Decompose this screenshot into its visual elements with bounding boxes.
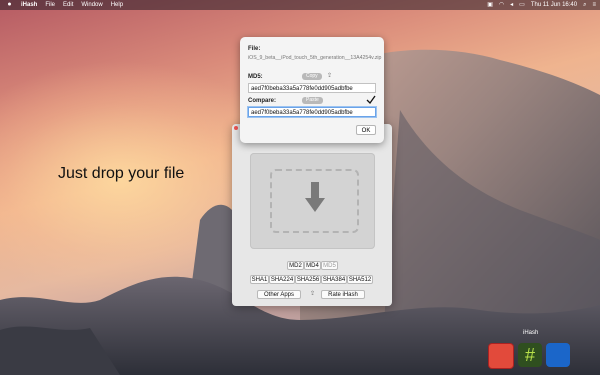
hash-popover: File: iOS_9_beta__iPod_touch_5th_generat… bbox=[240, 37, 384, 143]
app-icon-blue[interactable] bbox=[546, 343, 570, 367]
sha256-button[interactable]: SHA256 bbox=[295, 275, 321, 284]
download-arrow-icon bbox=[305, 182, 325, 212]
share-icon[interactable]: ⇪ bbox=[325, 72, 334, 81]
md5-label: MD5: bbox=[248, 74, 263, 80]
file-label: File: bbox=[248, 46, 261, 52]
ihash-window: MD2 MD4 MD5 SHA1 SHA224 SHA256 SHA384 SH… bbox=[232, 124, 392, 306]
share-icon[interactable]: ⇪ bbox=[308, 290, 317, 299]
compare-label: Compare: bbox=[248, 98, 277, 104]
dock-app-label: iHash bbox=[523, 330, 539, 336]
menu-clock[interactable]: Thu 11 Jun 16:40 bbox=[531, 0, 577, 10]
menu-bar: ● iHash File Edit Window Help ▣ ◠ ◂ ▭ Th… bbox=[0, 0, 600, 10]
file-name: iOS_9_beta__iPod_touch_5th_generation__1… bbox=[248, 55, 382, 61]
checkmark-icon bbox=[366, 95, 376, 105]
list-icon[interactable]: ≡ bbox=[592, 0, 596, 10]
copy-button[interactable]: Copy bbox=[302, 73, 322, 80]
sha1-button[interactable]: SHA1 bbox=[250, 275, 269, 284]
app-icon-red[interactable] bbox=[488, 343, 514, 369]
status-menu-icon[interactable]: ▣ bbox=[487, 0, 493, 10]
md5-button[interactable]: MD5 bbox=[321, 261, 338, 270]
drop-zone[interactable] bbox=[250, 153, 375, 249]
dock: # bbox=[488, 343, 570, 369]
menu-file[interactable]: File bbox=[45, 0, 55, 10]
menu-edit[interactable]: Edit bbox=[63, 0, 73, 10]
tagline: Just drop your file bbox=[58, 165, 185, 182]
volume-icon[interactable]: ◂ bbox=[510, 0, 513, 10]
menu-app-name[interactable]: iHash bbox=[21, 0, 37, 10]
menu-window[interactable]: Window bbox=[81, 0, 102, 10]
apple-icon[interactable]: ● bbox=[6, 0, 13, 10]
sha384-button[interactable]: SHA384 bbox=[321, 275, 347, 284]
other-apps-button[interactable]: Other Apps bbox=[257, 290, 301, 299]
drop-zone-border bbox=[270, 169, 359, 233]
md4-button[interactable]: MD4 bbox=[304, 261, 321, 270]
ihash-app-icon[interactable]: # bbox=[518, 343, 542, 367]
rate-button[interactable]: Rate iHash bbox=[321, 290, 365, 299]
close-icon[interactable] bbox=[234, 126, 238, 130]
md2-button[interactable]: MD2 bbox=[287, 261, 304, 270]
search-icon[interactable]: ⌕ bbox=[583, 0, 586, 10]
battery-icon[interactable]: ▭ bbox=[519, 0, 525, 10]
sha512-button[interactable]: SHA512 bbox=[347, 275, 373, 284]
ok-button[interactable]: OK bbox=[356, 125, 376, 135]
wifi-icon[interactable]: ◠ bbox=[499, 0, 504, 10]
paste-button[interactable]: Paste bbox=[302, 97, 323, 104]
menu-help[interactable]: Help bbox=[111, 0, 123, 10]
md5-field[interactable]: aed7f0beba33a5a778fe0dd905adbfbe bbox=[248, 83, 376, 93]
compare-field[interactable]: aed7f0beba33a5a778fe0dd905adbfbe bbox=[248, 107, 376, 117]
sha224-button[interactable]: SHA224 bbox=[269, 275, 295, 284]
desktop-background: ● iHash File Edit Window Help ▣ ◠ ◂ ▭ Th… bbox=[0, 0, 600, 375]
